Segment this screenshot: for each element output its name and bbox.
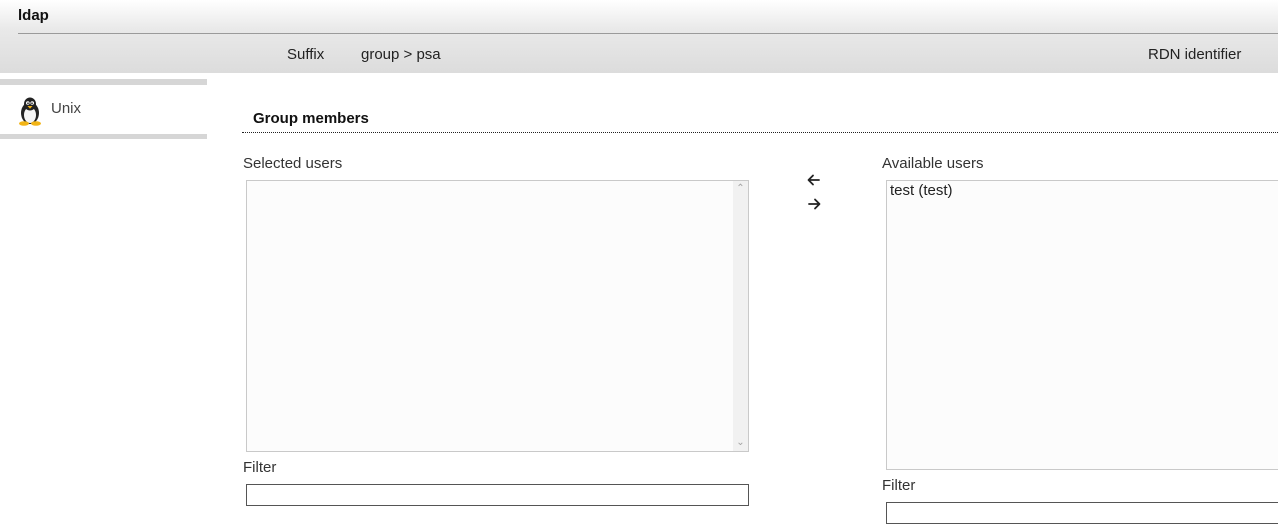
- tab-bottom-border: [0, 134, 207, 139]
- linux-penguin-icon: [17, 96, 43, 126]
- selected-users-list[interactable]: ⌃ ⌄: [246, 180, 749, 452]
- scroll-up-icon[interactable]: ⌃: [733, 183, 748, 195]
- arrow-right-icon: [808, 198, 821, 210]
- selected-users-label: Selected users: [243, 155, 343, 172]
- selected-users-scrollbar[interactable]: ⌃ ⌄: [733, 181, 748, 451]
- header-divider: [18, 33, 1278, 34]
- list-item[interactable]: test (test): [890, 182, 953, 199]
- available-users-filter-label: Filter: [882, 477, 916, 494]
- tab-unix[interactable]: Unix: [0, 85, 207, 134]
- suffix-label: Suffix: [287, 46, 325, 63]
- move-right-button[interactable]: [804, 195, 824, 213]
- move-left-button[interactable]: [804, 171, 824, 189]
- app-title: ldap: [18, 7, 49, 24]
- selected-users-filter-label: Filter: [243, 459, 277, 476]
- scroll-down-icon[interactable]: ⌄: [733, 437, 748, 449]
- tab-unix-label: Unix: [51, 100, 82, 117]
- suffix-value: group > psa: [361, 46, 441, 63]
- rdn-identifier-label: RDN identifier: [1148, 46, 1242, 63]
- section-title: Group members: [253, 110, 369, 127]
- arrow-left-icon: [807, 174, 820, 186]
- available-users-label: Available users: [882, 155, 984, 172]
- section-divider: [242, 132, 1278, 133]
- available-users-filter-input[interactable]: [886, 502, 1278, 524]
- header-bar: ldap Suffix group > psa RDN identifier: [0, 0, 1278, 73]
- available-users-list[interactable]: test (test): [886, 180, 1278, 470]
- selected-users-filter-input[interactable]: [246, 484, 749, 506]
